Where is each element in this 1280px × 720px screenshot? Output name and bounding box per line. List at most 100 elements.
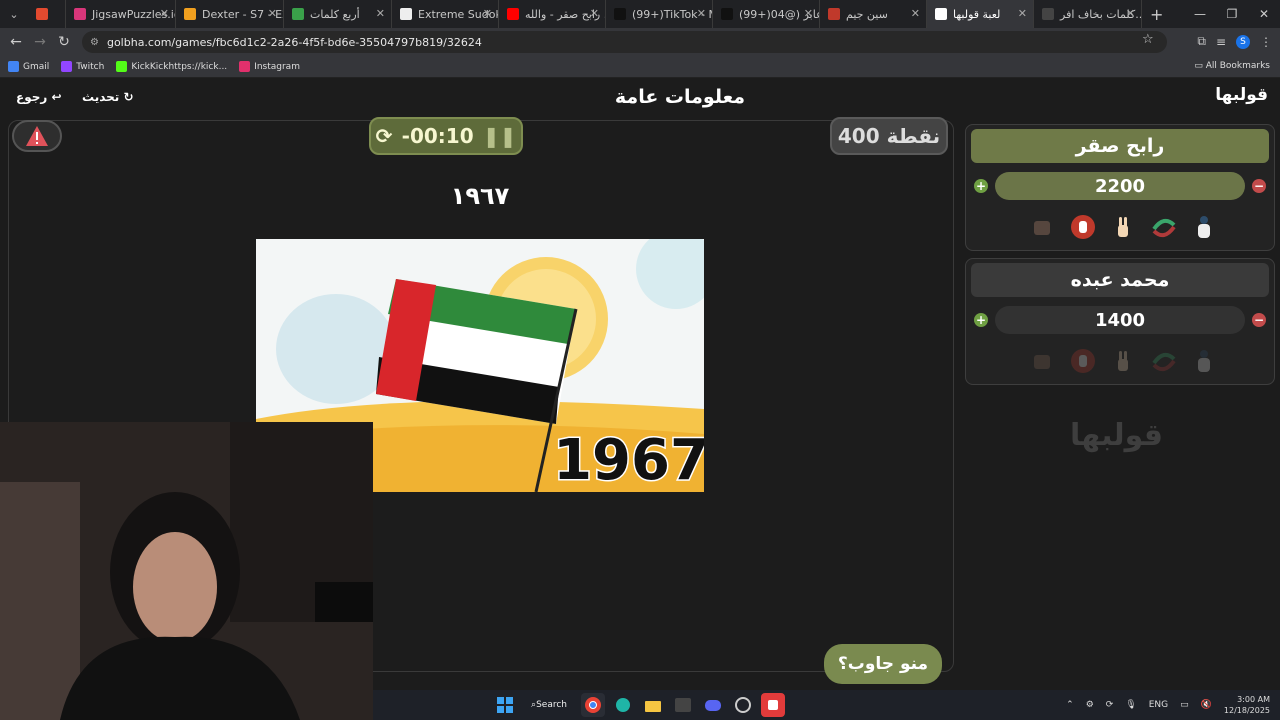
language-indicator[interactable]: ENG <box>1149 700 1168 710</box>
network-icon[interactable]: ▭ <box>1180 700 1189 710</box>
back-arrow-icon[interactable]: ← <box>4 34 28 50</box>
browser-tab[interactable]: Dexter - S7 - E2 ✕ <box>176 0 284 28</box>
tab-favicon-icon <box>184 8 196 20</box>
victory-hand-icon[interactable] <box>1109 213 1137 241</box>
new-tab-button[interactable]: + <box>1142 5 1171 24</box>
taskbar: ⌕ Search ⌃ ⚙ ⟳ 🎙 ENG ▭ 🔇 3:00 AM 12/18/2… <box>373 690 1280 720</box>
menu-kebab-icon[interactable]: ⋮ <box>1260 35 1272 49</box>
profile-avatar[interactable]: S <box>1236 34 1250 49</box>
bookmark-item[interactable]: Twitch <box>61 61 104 72</box>
tab-bar: ⌄ JigsawPuzzles.io ✕ Dexter - S7 - E2 ✕ أربع… <box>0 0 1280 28</box>
taskbar-search[interactable]: ⌕ Search <box>523 693 575 717</box>
file-explorer-icon[interactable] <box>641 693 665 717</box>
browser-tab[interactable]: رابح صقر - والله ...✕ <box>499 0 606 28</box>
browser-tab[interactable]: لعبة قولبها ✕ <box>927 0 1034 28</box>
browser-tab[interactable]: (99+)عابر (@04...✕ <box>713 0 820 28</box>
team-name: محمد عبده <box>971 263 1269 297</box>
add-points-button[interactable]: + <box>974 313 988 327</box>
settings-icon[interactable]: ⚙ <box>1086 700 1094 710</box>
url-text: golbha.com/games/fbc6d1c2-2a26-4f5f-bd6e… <box>106 35 482 49</box>
tab-favicon-icon <box>1042 8 1054 20</box>
game-app-icon[interactable] <box>761 693 785 717</box>
game-header: رجوع ↩ تحديث ↻ معلومات عامة قولبها <box>0 78 1280 118</box>
close-tab-icon[interactable]: ✕ <box>590 7 599 20</box>
clock-time: 3:00 AM <box>1237 695 1270 704</box>
sync-icon[interactable]: ⟳ <box>1106 700 1114 710</box>
app-icon[interactable] <box>671 693 695 717</box>
tab-favicon-icon <box>74 8 86 20</box>
browser-tab[interactable]: JigsawPuzzles.io ✕ <box>66 0 176 28</box>
report-button[interactable] <box>12 120 62 152</box>
restore-button[interactable]: ❐ <box>1216 0 1248 28</box>
stop-hand-icon[interactable] <box>1069 347 1097 375</box>
minimize-button[interactable]: — <box>1184 0 1216 28</box>
browser-tab[interactable] <box>28 0 66 28</box>
tab-favicon-icon <box>400 8 412 20</box>
back-button[interactable]: رجوع ↩ <box>16 90 62 104</box>
browser-tab[interactable]: (99+)TikTok - Ma...✕ <box>606 0 713 28</box>
add-points-button[interactable]: + <box>974 179 988 193</box>
subtract-points-button[interactable]: − <box>1252 179 1266 193</box>
close-tab-icon[interactable]: ✕ <box>160 7 169 20</box>
extensions-icon[interactable]: ⧉ <box>1197 34 1206 49</box>
close-tab-icon[interactable]: ✕ <box>483 7 492 20</box>
obs-icon[interactable] <box>731 693 755 717</box>
tab-favicon-icon <box>507 8 519 20</box>
refresh-icon: ↻ <box>123 90 134 104</box>
all-bookmarks-button[interactable]: ▭ All Bookmarks <box>1194 61 1270 71</box>
bookmark-item[interactable]: Gmail <box>8 61 49 72</box>
url-field[interactable]: ⚙ golbha.com/games/fbc6d1c2-2a26-4f5f-bd… <box>82 31 1167 53</box>
discord-icon[interactable] <box>701 693 725 717</box>
bookmark-star-icon[interactable]: ☆ <box>1142 32 1154 47</box>
refresh-button[interactable]: تحديث ↻ <box>82 90 134 104</box>
browser-tab[interactable]: سين جيم ✕ <box>820 0 927 28</box>
tab-favicon-icon <box>292 8 304 20</box>
bookmark-favicon-icon <box>61 61 73 72</box>
back-label: رجوع <box>16 90 48 104</box>
who-answered-button[interactable]: منو جاوب؟ <box>824 644 942 684</box>
dice-icon[interactable] <box>1028 213 1056 241</box>
volume-muted-icon[interactable]: 🔇 <box>1201 700 1212 710</box>
pause-icon[interactable]: ❚❚ <box>483 124 517 148</box>
close-tab-icon[interactable]: ✕ <box>268 7 277 20</box>
swap-arrows-icon[interactable] <box>1150 347 1178 375</box>
browser-tab[interactable]: أربع كلمات ✕ <box>284 0 392 28</box>
close-tab-icon[interactable]: ✕ <box>697 7 706 20</box>
chrome-icon[interactable] <box>581 693 605 717</box>
site-info-icon[interactable]: ⚙ <box>90 37 99 48</box>
undo-arrow-icon: ↩ <box>51 90 62 104</box>
clock[interactable]: 3:00 AM 12/18/2025 <box>1224 694 1270 716</box>
media-controls-icon[interactable]: ≡ <box>1216 35 1226 49</box>
tab-search-dropdown[interactable]: ⌄ <box>0 0 28 28</box>
close-tab-icon[interactable]: ✕ <box>1018 7 1027 20</box>
reload-icon[interactable]: ↻ <box>52 34 76 50</box>
edge-icon[interactable] <box>611 693 635 717</box>
close-window-button[interactable]: ✕ <box>1248 0 1280 28</box>
microphone-icon[interactable]: 🎙 <box>1125 700 1136 710</box>
close-tab-icon[interactable]: ✕ <box>911 7 920 20</box>
phone-call-icon[interactable] <box>1190 347 1218 375</box>
forward-arrow-icon[interactable]: → <box>28 34 52 50</box>
phone-call-icon[interactable] <box>1190 213 1218 241</box>
close-tab-icon[interactable]: ✕ <box>1126 7 1135 20</box>
restart-timer-icon[interactable]: ⟳ <box>376 124 393 148</box>
stop-hand-icon[interactable] <box>1069 213 1097 241</box>
subtract-points-button[interactable]: − <box>1252 313 1266 327</box>
bookmark-list: Gmail Twitch KickKickhttps://kick... Instag… <box>0 61 304 72</box>
chevron-up-icon[interactable]: ⌃ <box>1066 700 1074 710</box>
victory-hand-icon[interactable] <box>1109 347 1137 375</box>
browser-tab[interactable]: كلمات بخاف افر...✕ <box>1034 0 1142 28</box>
bookmark-item[interactable]: Instagram <box>239 61 300 72</box>
swap-arrows-icon[interactable] <box>1150 213 1178 241</box>
dice-icon[interactable] <box>1028 347 1056 375</box>
bookmark-item[interactable]: KickKickhttps://kick... <box>116 61 227 72</box>
windows-start-icon[interactable] <box>493 693 517 717</box>
tab-favicon-icon <box>935 8 947 20</box>
timer: ⟳ -00:10 ❚❚ <box>369 117 523 155</box>
browser-tab[interactable]: Extreme Sudoku✕ <box>392 0 499 28</box>
close-tab-icon[interactable]: ✕ <box>376 7 385 20</box>
clock-date: 12/18/2025 <box>1223 706 1270 715</box>
folder-icon: ▭ <box>1194 61 1206 71</box>
taskbar-apps: ⌕ Search <box>493 693 785 717</box>
close-tab-icon[interactable]: ✕ <box>804 7 813 20</box>
